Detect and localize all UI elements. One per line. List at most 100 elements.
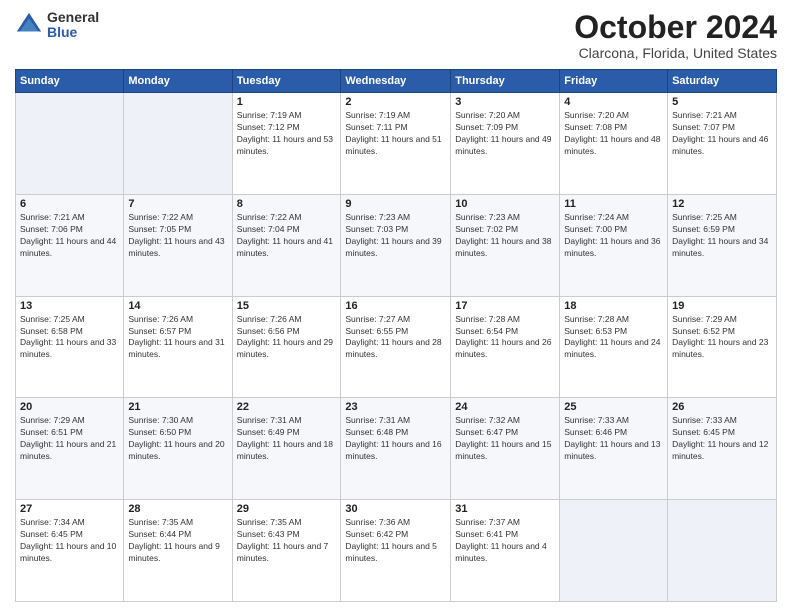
day-number: 17 [455, 300, 555, 312]
header: General Blue October 2024 Clarcona, Flor… [15, 10, 777, 61]
day-info: Sunrise: 7:26 AM Sunset: 6:56 PM Dayligh… [237, 314, 333, 360]
day-info: Sunrise: 7:31 AM Sunset: 6:48 PM Dayligh… [345, 415, 441, 461]
title-area: October 2024 Clarcona, Florida, United S… [574, 10, 777, 61]
day-number: 1 [237, 96, 337, 108]
day-info: Sunrise: 7:30 AM Sunset: 6:50 PM Dayligh… [128, 415, 224, 461]
day-number: 3 [455, 96, 555, 108]
day-info: Sunrise: 7:21 AM Sunset: 7:06 PM Dayligh… [20, 212, 116, 258]
day-number: 29 [237, 503, 337, 515]
week-row-2: 6 Sunrise: 7:21 AM Sunset: 7:06 PM Daylig… [16, 194, 777, 296]
day-cell: 11 Sunrise: 7:24 AM Sunset: 7:00 PM Dayli… [560, 194, 668, 296]
weekday-row: SundayMondayTuesdayWednesdayThursdayFrid… [16, 70, 777, 93]
subtitle: Clarcona, Florida, United States [574, 45, 777, 61]
day-number: 25 [564, 401, 663, 413]
day-cell: 23 Sunrise: 7:31 AM Sunset: 6:48 PM Dayli… [341, 398, 451, 500]
day-number: 10 [455, 198, 555, 210]
week-row-5: 27 Sunrise: 7:34 AM Sunset: 6:45 PM Dayli… [16, 500, 777, 602]
day-info: Sunrise: 7:26 AM Sunset: 6:57 PM Dayligh… [128, 314, 224, 360]
day-info: Sunrise: 7:33 AM Sunset: 6:45 PM Dayligh… [672, 415, 768, 461]
day-number: 9 [345, 198, 446, 210]
week-row-3: 13 Sunrise: 7:25 AM Sunset: 6:58 PM Dayli… [16, 296, 777, 398]
day-number: 7 [128, 198, 227, 210]
day-cell: 16Sunrise: 7:27 AM Sunset: 6:55 PM Dayli… [341, 296, 451, 398]
day-number: 30 [345, 503, 446, 515]
day-info: Sunrise: 7:32 AM Sunset: 6:47 PM Dayligh… [455, 415, 551, 461]
day-number: 27 [20, 503, 119, 515]
weekday-friday: Friday [560, 70, 668, 93]
day-cell: 20 Sunrise: 7:29 AM Sunset: 6:51 PM Dayli… [16, 398, 124, 500]
day-number: 11 [564, 198, 663, 210]
weekday-sunday: Sunday [16, 70, 124, 93]
day-cell [124, 93, 232, 195]
day-cell: 3 Sunrise: 7:20 AM Sunset: 7:09 PM Daylig… [451, 93, 560, 195]
day-number: 2 [345, 96, 446, 108]
main-title: October 2024 [574, 10, 777, 45]
day-info: Sunrise: 7:25 AM Sunset: 6:59 PM Dayligh… [672, 212, 768, 258]
calendar: SundayMondayTuesdayWednesdayThursdayFrid… [15, 69, 777, 602]
day-cell: 25Sunrise: 7:33 AM Sunset: 6:46 PM Dayli… [560, 398, 668, 500]
day-info: Sunrise: 7:37 AM Sunset: 6:41 PM Dayligh… [455, 517, 547, 563]
day-number: 6 [20, 198, 119, 210]
day-info: Sunrise: 7:34 AM Sunset: 6:45 PM Dayligh… [20, 517, 116, 563]
day-info: Sunrise: 7:24 AM Sunset: 7:00 PM Dayligh… [564, 212, 660, 258]
day-cell: 15Sunrise: 7:26 AM Sunset: 6:56 PM Dayli… [232, 296, 341, 398]
day-cell: 28 Sunrise: 7:35 AM Sunset: 6:44 PM Dayli… [124, 500, 232, 602]
day-cell: 29 Sunrise: 7:35 AM Sunset: 6:43 PM Dayli… [232, 500, 341, 602]
logo: General Blue [15, 10, 99, 41]
day-info: Sunrise: 7:23 AM Sunset: 7:03 PM Dayligh… [345, 212, 441, 258]
logo-general: General [47, 10, 99, 25]
day-cell: 22Sunrise: 7:31 AM Sunset: 6:49 PM Dayli… [232, 398, 341, 500]
day-info: Sunrise: 7:20 AM Sunset: 7:08 PM Dayligh… [564, 110, 660, 156]
day-info: Sunrise: 7:28 AM Sunset: 6:54 PM Dayligh… [455, 314, 551, 360]
day-number: 26 [672, 401, 772, 413]
day-cell [668, 500, 777, 602]
day-cell: 31 Sunrise: 7:37 AM Sunset: 6:41 PM Dayli… [451, 500, 560, 602]
calendar-header: SundayMondayTuesdayWednesdayThursdayFrid… [16, 70, 777, 93]
day-info: Sunrise: 7:35 AM Sunset: 6:44 PM Dayligh… [128, 517, 220, 563]
logo-blue: Blue [47, 25, 99, 40]
day-cell: 4Sunrise: 7:20 AM Sunset: 7:08 PM Daylig… [560, 93, 668, 195]
day-number: 28 [128, 503, 227, 515]
day-cell: 8Sunrise: 7:22 AM Sunset: 7:04 PM Daylig… [232, 194, 341, 296]
day-number: 19 [672, 300, 772, 312]
day-number: 13 [20, 300, 119, 312]
day-cell: 30Sunrise: 7:36 AM Sunset: 6:42 PM Dayli… [341, 500, 451, 602]
day-number: 23 [345, 401, 446, 413]
day-info: Sunrise: 7:29 AM Sunset: 6:51 PM Dayligh… [20, 415, 116, 461]
day-cell: 19 Sunrise: 7:29 AM Sunset: 6:52 PM Dayli… [668, 296, 777, 398]
logo-icon [15, 11, 43, 39]
day-number: 8 [237, 198, 337, 210]
day-info: Sunrise: 7:20 AM Sunset: 7:09 PM Dayligh… [455, 110, 551, 156]
day-cell: 17 Sunrise: 7:28 AM Sunset: 6:54 PM Dayli… [451, 296, 560, 398]
day-number: 16 [345, 300, 446, 312]
day-cell: 2 Sunrise: 7:19 AM Sunset: 7:11 PM Daylig… [341, 93, 451, 195]
day-cell: 18 Sunrise: 7:28 AM Sunset: 6:53 PM Dayli… [560, 296, 668, 398]
day-cell: 6 Sunrise: 7:21 AM Sunset: 7:06 PM Daylig… [16, 194, 124, 296]
page: General Blue October 2024 Clarcona, Flor… [0, 0, 792, 612]
day-cell [16, 93, 124, 195]
day-info: Sunrise: 7:19 AM Sunset: 7:11 PM Dayligh… [345, 110, 441, 156]
day-cell: 1 Sunrise: 7:19 AM Sunset: 7:12 PM Daylig… [232, 93, 341, 195]
day-number: 18 [564, 300, 663, 312]
day-info: Sunrise: 7:25 AM Sunset: 6:58 PM Dayligh… [20, 314, 116, 360]
day-number: 31 [455, 503, 555, 515]
day-cell: 24 Sunrise: 7:32 AM Sunset: 6:47 PM Dayli… [451, 398, 560, 500]
day-number: 20 [20, 401, 119, 413]
day-cell: 14 Sunrise: 7:26 AM Sunset: 6:57 PM Dayli… [124, 296, 232, 398]
day-info: Sunrise: 7:35 AM Sunset: 6:43 PM Dayligh… [237, 517, 329, 563]
day-info: Sunrise: 7:31 AM Sunset: 6:49 PM Dayligh… [237, 415, 333, 461]
day-number: 5 [672, 96, 772, 108]
day-cell: 13 Sunrise: 7:25 AM Sunset: 6:58 PM Dayli… [16, 296, 124, 398]
day-number: 24 [455, 401, 555, 413]
day-info: Sunrise: 7:29 AM Sunset: 6:52 PM Dayligh… [672, 314, 768, 360]
day-number: 14 [128, 300, 227, 312]
day-cell: 21Sunrise: 7:30 AM Sunset: 6:50 PM Dayli… [124, 398, 232, 500]
day-cell: 5Sunrise: 7:21 AM Sunset: 7:07 PM Daylig… [668, 93, 777, 195]
day-info: Sunrise: 7:19 AM Sunset: 7:12 PM Dayligh… [237, 110, 333, 156]
weekday-wednesday: Wednesday [341, 70, 451, 93]
weekday-monday: Monday [124, 70, 232, 93]
day-cell: 27 Sunrise: 7:34 AM Sunset: 6:45 PM Dayli… [16, 500, 124, 602]
day-info: Sunrise: 7:28 AM Sunset: 6:53 PM Dayligh… [564, 314, 660, 360]
day-cell: 26 Sunrise: 7:33 AM Sunset: 6:45 PM Dayli… [668, 398, 777, 500]
day-cell: 12Sunrise: 7:25 AM Sunset: 6:59 PM Dayli… [668, 194, 777, 296]
